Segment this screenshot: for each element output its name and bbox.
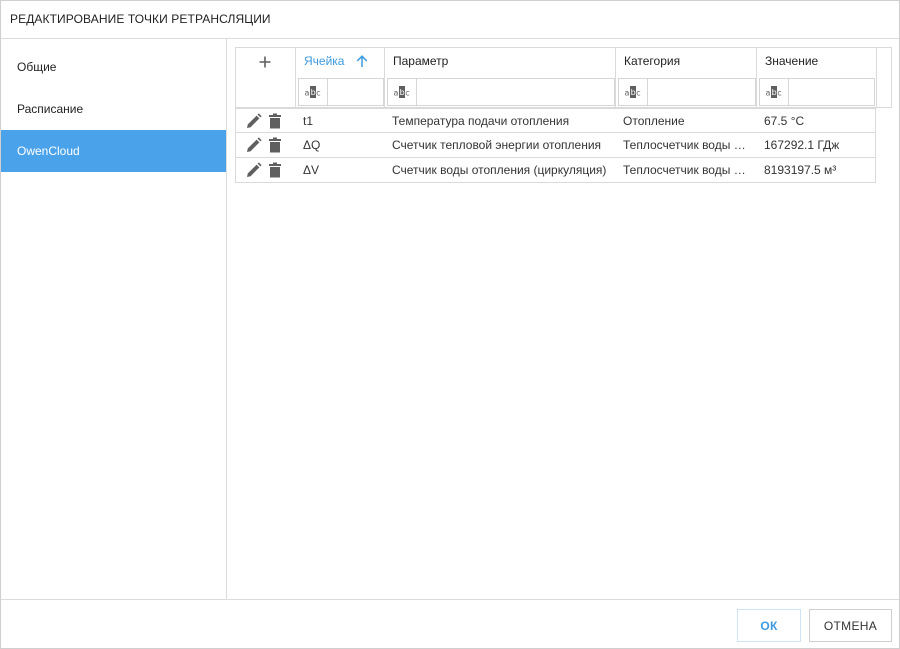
svg-text:b: b — [311, 88, 316, 97]
column-header-value[interactable]: Значение — [756, 47, 877, 76]
filter-type-button[interactable]: a b c — [388, 79, 417, 105]
svg-text:a: a — [766, 89, 771, 98]
abc-icon: a b c — [394, 86, 410, 98]
svg-text:b: b — [400, 88, 405, 97]
filter-value-input[interactable]: a b c — [759, 78, 875, 106]
row-parameter: Счетчик тепловой энергии отопления — [392, 138, 602, 152]
row-parameter: Счетчик воды отопления (циркуляция) — [392, 163, 607, 177]
row-value: 8193197.5 м³ — [764, 163, 837, 177]
edit-relay-point-dialog: РЕДАКТИРОВАНИЕ ТОЧКИ РЕТРАНСЛЯЦИИ Общие … — [0, 0, 900, 649]
pencil-icon[interactable] — [246, 137, 262, 153]
dialog-title: РЕДАКТИРОВАНИЕ ТОЧКИ РЕТРАНСЛЯЦИИ — [1, 1, 899, 39]
filter-value-column: a b c — [756, 75, 877, 108]
table-row[interactable]: t1 Температура подачи отопления Отоплени… — [235, 108, 876, 133]
sidebar-item-schedule[interactable]: Расписание — [1, 88, 226, 130]
filter-category-column: a b c — [615, 75, 757, 108]
filter-cell-column: a b c — [295, 75, 385, 108]
table-row[interactable]: ΔQ Счетчик тепловой энергии отопления Те… — [235, 133, 876, 158]
grid-header: Ячейка Параметр Категория Значение — [235, 47, 892, 76]
svg-text:c: c — [636, 89, 640, 98]
svg-text:a: a — [394, 89, 399, 98]
trash-icon[interactable] — [267, 137, 283, 153]
sidebar: Общие Расписание OwenCloud — [1, 39, 227, 599]
trash-icon[interactable] — [267, 162, 283, 178]
pencil-icon[interactable] — [246, 113, 262, 129]
filter-parameter-column: a b c — [384, 75, 616, 108]
filter-spacer — [876, 75, 892, 108]
arrow-up-icon — [356, 55, 368, 67]
cancel-button[interactable]: ОТМЕНА — [809, 609, 892, 642]
filter-row: a b c a b c a b c a b c — [235, 75, 892, 108]
row-cell: t1 — [303, 114, 314, 128]
filter-cell-input[interactable]: a b c — [298, 78, 384, 106]
filter-empty-cell — [235, 75, 296, 108]
pencil-icon[interactable] — [246, 162, 262, 178]
row-parameter: Температура подачи отопления — [392, 114, 570, 128]
row-value: 167292.1 ГДж — [764, 138, 840, 152]
abc-icon: a b c — [766, 86, 782, 98]
filter-type-button[interactable]: a b c — [299, 79, 328, 105]
column-header-category[interactable]: Категория — [615, 47, 757, 76]
svg-text:c: c — [777, 89, 781, 98]
plus-icon[interactable] — [259, 56, 271, 68]
dialog-footer: ОК ОТМЕНА — [1, 599, 899, 648]
filter-type-button[interactable]: a b c — [619, 79, 648, 105]
main-panel: Ячейка Параметр Категория Значение a b c… — [227, 39, 899, 599]
svg-text:b: b — [631, 88, 636, 97]
add-row-cell — [235, 47, 296, 76]
trash-icon[interactable] — [267, 113, 283, 129]
column-header-spacer — [876, 47, 892, 76]
row-cell: ΔQ — [303, 138, 321, 152]
ok-button[interactable]: ОК — [737, 609, 801, 642]
row-category: Теплосчетчик воды отопления — [623, 138, 749, 152]
filter-parameter-input[interactable]: a b c — [387, 78, 615, 106]
table-row[interactable]: ΔV Счетчик воды отопления (циркуляция) Т… — [235, 158, 876, 183]
row-category: Теплосчетчик воды отопления — [623, 163, 749, 177]
sidebar-item-general[interactable]: Общие — [1, 46, 226, 88]
row-value: 67.5 °C — [764, 114, 805, 128]
svg-text:c: c — [405, 89, 409, 98]
row-cell: ΔV — [303, 163, 320, 177]
abc-icon: a b c — [625, 86, 641, 98]
sidebar-item-owencloud[interactable]: OwenCloud — [1, 130, 226, 172]
column-header-parameter[interactable]: Параметр — [384, 47, 616, 76]
column-cell-label: Ячейка — [304, 54, 345, 68]
svg-text:a: a — [305, 89, 310, 98]
svg-text:a: a — [625, 89, 630, 98]
row-category: Отопление — [623, 114, 685, 128]
abc-icon: a b c — [305, 86, 321, 98]
column-header-cell[interactable]: Ячейка — [295, 47, 385, 76]
svg-text:b: b — [772, 88, 777, 97]
svg-text:c: c — [316, 89, 320, 98]
filter-category-input[interactable]: a b c — [618, 78, 756, 106]
filter-type-button[interactable]: a b c — [760, 79, 789, 105]
